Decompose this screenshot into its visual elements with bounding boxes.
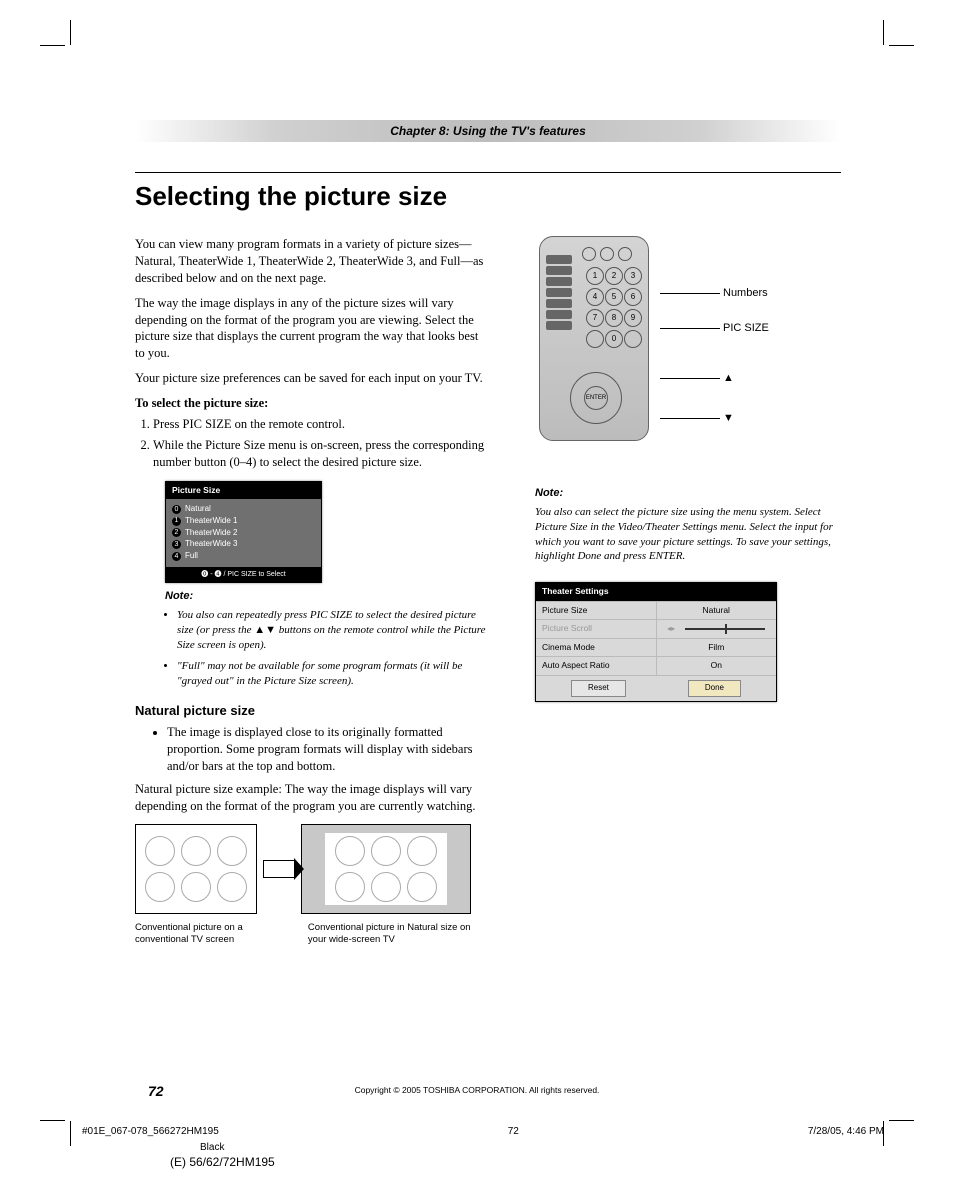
menu-item-natural: 0 Natural bbox=[172, 504, 315, 515]
label-down: ▼ bbox=[660, 411, 734, 426]
theater-row-value: ◂▸ bbox=[657, 620, 777, 638]
remote-control-diagram: 123 456 789 0 ENTER bbox=[539, 236, 649, 441]
crop-mark bbox=[40, 45, 65, 46]
theater-row-auto-aspect: Auto Aspect Ratio On bbox=[536, 656, 776, 674]
theater-row-key: Cinema Mode bbox=[536, 639, 657, 656]
theater-settings-menu: Theater Settings Picture Size Natural Pi… bbox=[535, 582, 777, 701]
footer-black: Black bbox=[200, 1142, 884, 1153]
natural-bullet: The image is displayed close to its orig… bbox=[167, 724, 490, 775]
done-button: Done bbox=[688, 680, 741, 697]
steps-list: Press PIC SIZE on the remote control. Wh… bbox=[153, 416, 490, 471]
footer-file: #01E_067-078_566272HM195 bbox=[82, 1126, 219, 1137]
crop-mark bbox=[889, 1120, 914, 1121]
label-picsize: PIC SIZE bbox=[660, 321, 769, 336]
note-right-text: You also can select the picture size usi… bbox=[535, 505, 841, 564]
crop-mark bbox=[70, 1121, 71, 1146]
crop-mark bbox=[883, 20, 884, 45]
menu-item-label: Full bbox=[185, 551, 198, 562]
theater-row-cinema-mode: Cinema Mode Film bbox=[536, 638, 776, 656]
menu-item-tw1: 1 TheaterWide 1 bbox=[172, 516, 315, 527]
footer-page: 72 bbox=[508, 1126, 519, 1137]
footer-model: (E) 56/62/72HM195 bbox=[170, 1155, 884, 1169]
crop-mark bbox=[40, 1120, 65, 1121]
theater-row-value: Film bbox=[657, 639, 777, 656]
step-1: Press PIC SIZE on the remote control. bbox=[153, 416, 490, 433]
theater-row-picture-scroll: Picture Scroll ◂▸ bbox=[536, 619, 776, 638]
menu-footer: ⓿ - ❹ / PIC SIZE to Select bbox=[166, 567, 321, 582]
footer-info: #01E_067-078_566272HM195 72 7/28/05, 4:4… bbox=[82, 1126, 884, 1137]
caption-widescreen: Conventional picture in Natural size on … bbox=[308, 922, 490, 946]
footer-date: 7/28/05, 4:46 PM bbox=[808, 1126, 884, 1137]
menu-item-full: 4 Full bbox=[172, 551, 315, 562]
number-0-icon: 0 bbox=[172, 505, 181, 514]
intro-para-2: The way the image displays in any of the… bbox=[135, 295, 490, 363]
menu-item-label: Natural bbox=[185, 504, 211, 515]
menu-item-tw2: 2 TheaterWide 2 bbox=[172, 528, 315, 539]
theater-title: Theater Settings bbox=[536, 583, 776, 600]
natural-para: Natural picture size example: The way th… bbox=[135, 781, 490, 815]
slider-icon bbox=[685, 628, 765, 630]
menu-item-label: TheaterWide 3 bbox=[185, 539, 237, 550]
crop-mark bbox=[70, 20, 71, 45]
crop-mark bbox=[889, 45, 914, 46]
reset-button: Reset bbox=[571, 680, 626, 697]
picture-size-menu: Picture Size 0 Natural 1 TheaterWide 1 2… bbox=[165, 481, 322, 584]
page-title: Selecting the picture size bbox=[135, 181, 841, 212]
step-2: While the Picture Size menu is on-screen… bbox=[153, 437, 490, 471]
label-numbers-text: Numbers bbox=[723, 287, 768, 299]
label-up-text: ▲ bbox=[723, 372, 734, 384]
divider bbox=[135, 172, 841, 173]
theater-row-value: On bbox=[657, 657, 777, 674]
theater-row-value: Natural bbox=[657, 602, 777, 619]
arrow-right-icon bbox=[263, 860, 295, 878]
intro-para-1: You can view many program formats in a v… bbox=[135, 236, 490, 287]
theater-row-key: Picture Scroll bbox=[536, 620, 657, 638]
number-4-icon: 4 bbox=[172, 552, 181, 561]
menu-title: Picture Size bbox=[166, 482, 321, 499]
left-column: You can view many program formats in a v… bbox=[135, 236, 490, 946]
menu-item-label: TheaterWide 1 bbox=[185, 516, 237, 527]
theater-row-picture-size: Picture Size Natural bbox=[536, 601, 776, 619]
dpad-icon: ENTER bbox=[570, 372, 622, 424]
label-numbers: Numbers bbox=[660, 286, 768, 301]
number-2-icon: 2 bbox=[172, 528, 181, 537]
caption-conventional: Conventional picture on a conventional T… bbox=[135, 922, 252, 946]
note-label-right: Note: bbox=[535, 486, 841, 501]
chapter-banner: Chapter 8: Using the TV's features bbox=[135, 120, 841, 142]
note-1: You also can repeatedly press PIC SIZE t… bbox=[177, 608, 490, 653]
example-diagram bbox=[135, 824, 490, 914]
note-label-left: Note: bbox=[165, 589, 490, 604]
theater-row-key: Auto Aspect Ratio bbox=[536, 657, 657, 674]
label-up: ▲ bbox=[660, 371, 734, 386]
menu-item-label: TheaterWide 2 bbox=[185, 528, 237, 539]
note-2: "Full" may not be available for some pro… bbox=[177, 659, 490, 689]
theater-row-key: Picture Size bbox=[536, 602, 657, 619]
right-column: 123 456 789 0 ENTER Numbers PIC SIZE ▲ bbox=[535, 236, 841, 946]
enter-button: ENTER bbox=[584, 386, 608, 410]
menu-item-tw3: 3 TheaterWide 3 bbox=[172, 539, 315, 550]
label-down-text: ▼ bbox=[723, 412, 734, 424]
copyright-text: Copyright © 2005 TOSHIBA CORPORATION. Al… bbox=[0, 1085, 954, 1095]
label-picsize-text: PIC SIZE bbox=[723, 322, 769, 334]
subhead-select: To select the picture size: bbox=[135, 395, 490, 412]
conventional-tv-diagram bbox=[135, 824, 257, 914]
intro-para-3: Your picture size preferences can be sav… bbox=[135, 370, 490, 387]
section-natural-heading: Natural picture size bbox=[135, 702, 490, 720]
note-list-left: You also can repeatedly press PIC SIZE t… bbox=[177, 608, 490, 688]
widescreen-tv-diagram bbox=[301, 824, 471, 914]
natural-bullet-item: The image is displayed close to its orig… bbox=[167, 724, 490, 775]
number-1-icon: 1 bbox=[172, 517, 181, 526]
number-3-icon: 3 bbox=[172, 540, 181, 549]
